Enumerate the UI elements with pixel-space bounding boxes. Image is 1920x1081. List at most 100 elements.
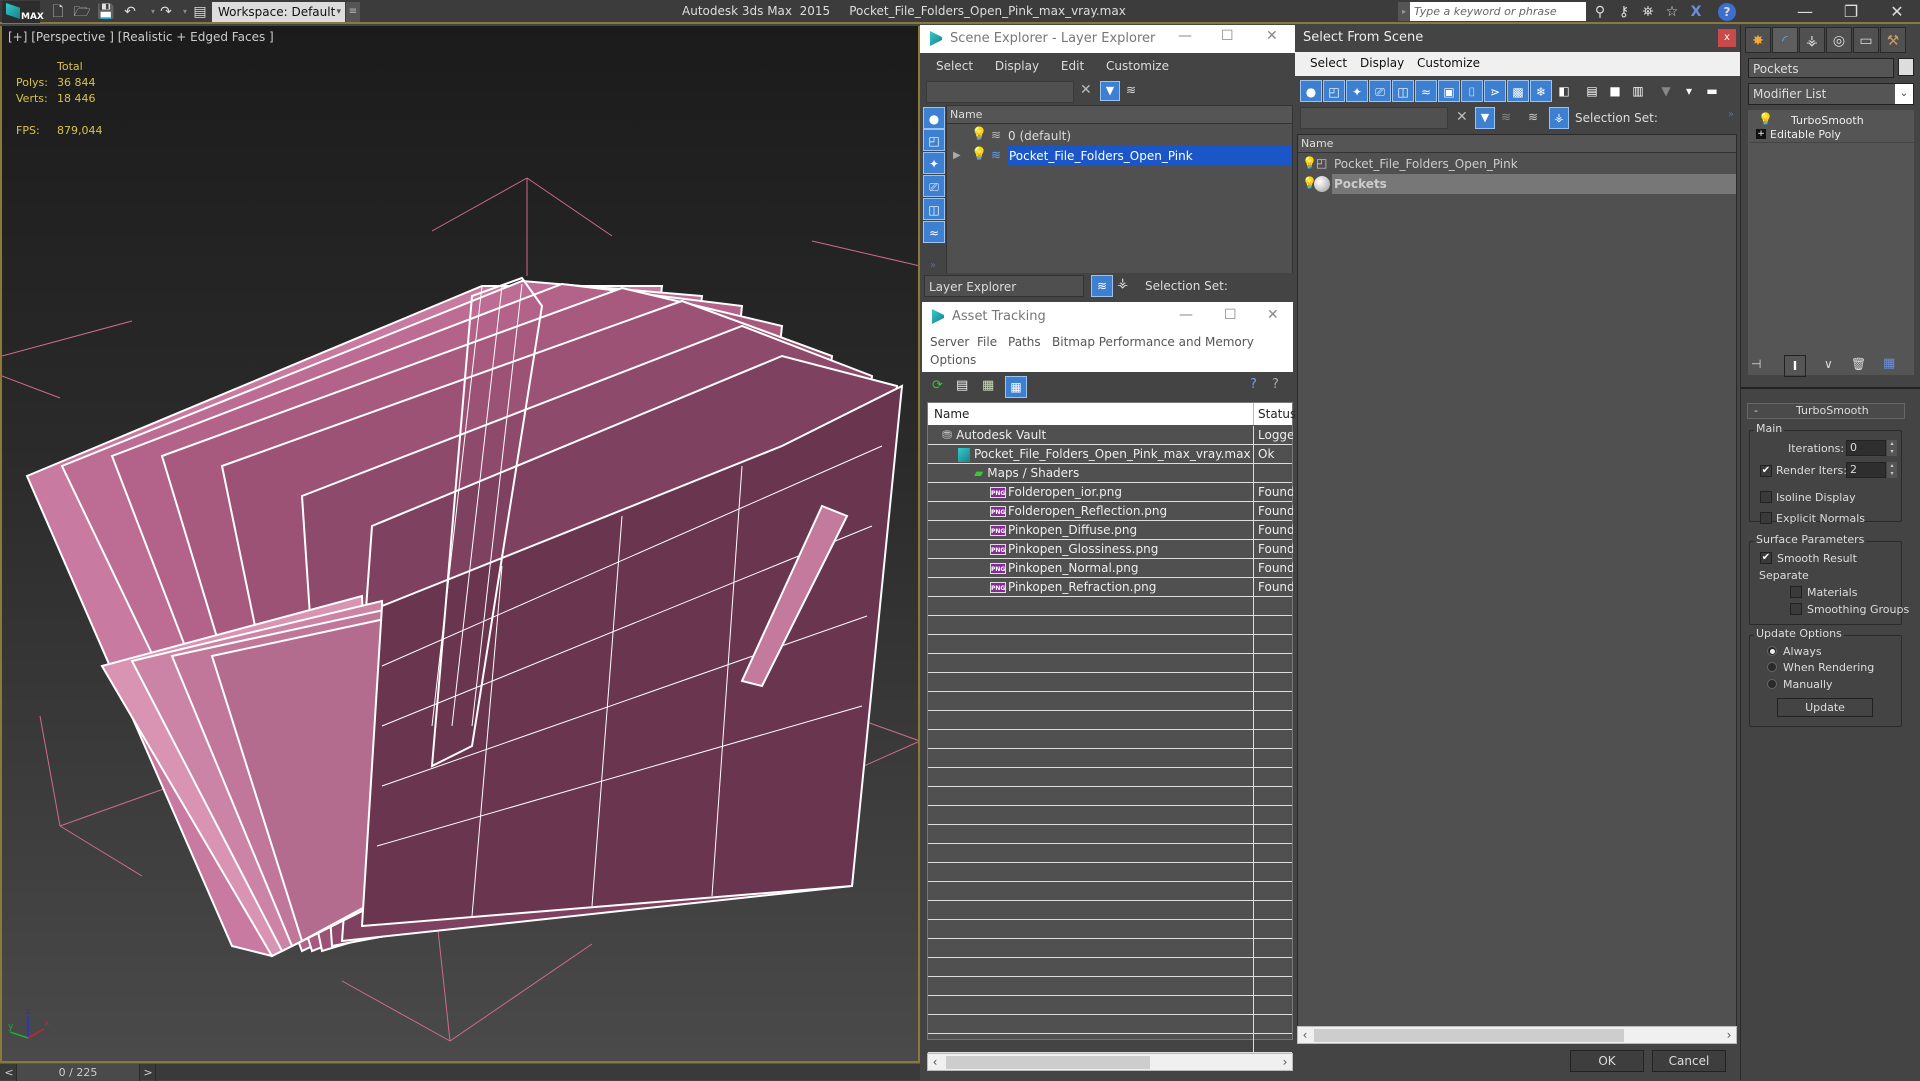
object-name-field[interactable]: Pockets [1748, 58, 1894, 78]
light-bulb-icon[interactable]: 💡 [1302, 156, 1317, 170]
menu-server[interactable]: Server [930, 335, 969, 349]
exchange-icon[interactable]: X [1686, 2, 1706, 22]
menu-bitmap-performance[interactable]: Bitmap Performance and Memory [1052, 335, 1254, 349]
close-button[interactable]: ✕ [1874, 0, 1920, 24]
render-iters-checkbox[interactable]: ✔ [1760, 465, 1772, 477]
next-frame-button[interactable]: > [141, 1064, 156, 1081]
workspace-dropdown[interactable]: Workspace: Default ▾ [212, 2, 345, 22]
hierarchy-tab-icon[interactable]: ⚶ [1799, 27, 1825, 53]
render-iters-spinner[interactable]: 2 [1846, 462, 1886, 478]
groups-filter-icon[interactable]: ▣ [1438, 80, 1460, 102]
horizontal-scrollbar[interactable]: ‹ › [927, 1053, 1293, 1071]
xrefs-filter-icon[interactable]: ⌷ [1461, 80, 1483, 102]
scroll-thumb[interactable] [946, 1056, 1150, 1069]
light-bulb-icon[interactable]: 💡 [971, 147, 987, 162]
materials-checkbox[interactable] [1790, 586, 1802, 598]
asset-row[interactable]: Pocket_File_Folders_Open_Pink_max_vray.m… [928, 445, 1292, 464]
filter-icon[interactable]: ▼ [1100, 81, 1120, 101]
horizontal-scrollbar[interactable]: ‹ › [1297, 1026, 1737, 1044]
more-icon[interactable]: » [930, 260, 936, 271]
satellite-icon[interactable]: ⛯ [1638, 2, 1658, 22]
geometry-filter-icon[interactable]: ● [1300, 80, 1322, 102]
stack-item-editable-poly[interactable]: + Editable Poly [1750, 127, 1914, 143]
perspective-viewport[interactable]: z x y [+] [Perspective ] [Realistic + Ed… [0, 26, 920, 1063]
layer-row-selected[interactable]: 💡 ≋ Pocket_File_Folders_Open_Pink [971, 146, 1291, 166]
vault-help-icon[interactable]: ? [1250, 377, 1257, 392]
isoline-display-checkbox[interactable] [1760, 491, 1772, 503]
lights-filter-icon[interactable]: ✦ [1346, 80, 1368, 102]
update-always-radio[interactable] [1767, 646, 1777, 656]
minimize-button[interactable]: — [1179, 307, 1193, 323]
minimize-button[interactable]: — [1782, 0, 1828, 24]
spacewarps-filter-icon[interactable]: ≈ [923, 221, 945, 243]
helpers-filter-icon[interactable]: ◫ [1392, 80, 1414, 102]
menu-customize[interactable]: Customize [1417, 56, 1480, 70]
asset-tracking-titlebar[interactable]: Asset Tracking — ☐ ✕ [922, 302, 1293, 332]
asset-row[interactable]: PNG Pinkopen_Diffuse.png Found [928, 521, 1293, 540]
modifier-list-dropdown[interactable]: Modifier List ⌄ [1748, 83, 1914, 105]
menu-display[interactable]: Display [1360, 56, 1404, 70]
clear-search-icon[interactable]: ✕ [1080, 82, 1092, 98]
asset-row[interactable]: PNG Pinkopen_Normal.png Found [928, 559, 1293, 578]
expand-plus-icon[interactable]: + [1756, 129, 1766, 139]
undo-icon[interactable]: ↶ [120, 2, 140, 22]
star-icon[interactable]: ☆ [1662, 2, 1682, 22]
display-invert-icon[interactable]: ▥ [1627, 80, 1649, 102]
explorer-mode-dropdown[interactable]: Layer Explorer ▾ [924, 275, 1103, 297]
make-unique-icon[interactable]: ∨ [1824, 357, 1833, 371]
open-file-icon[interactable]: 🗁 [72, 2, 92, 22]
asset-row[interactable]: PNG Folderopen_ior.png Found [928, 483, 1293, 502]
help-icon[interactable]: ? [1718, 3, 1736, 21]
refresh-icon[interactable]: ⟳ [932, 378, 943, 393]
scene-explorer-titlebar[interactable]: Scene Explorer - Layer Explorer — ☐ ✕ [920, 25, 1295, 53]
key-icon[interactable]: ⚷ [1614, 2, 1634, 22]
expand-arrow-icon[interactable]: ▶ [953, 146, 965, 166]
column-header-name[interactable]: Name [934, 403, 969, 425]
asset-row[interactable]: PNG Folderopen_Reflection.png Found [928, 502, 1293, 521]
menu-file[interactable]: File [977, 335, 997, 349]
app-menu-button[interactable]: MAX [2, 1, 44, 23]
prev-frame-button[interactable]: < [2, 1064, 16, 1081]
project-folder-icon[interactable]: ▤ [190, 2, 210, 22]
helpers-filter-icon[interactable]: ◫ [923, 198, 945, 220]
create-tab-icon[interactable]: ✸ [1745, 27, 1771, 53]
collapse-icon[interactable]: ▬ [1701, 80, 1723, 102]
save-file-icon[interactable]: 💾 [96, 2, 116, 22]
cameras-filter-icon[interactable]: ⎚ [1369, 80, 1391, 102]
object-row-selected[interactable]: 💡 Pockets [1298, 174, 1736, 194]
remove-modifier-icon[interactable]: 🗑 [1851, 357, 1866, 371]
iterations-spinner-arrows[interactable]: ▴ ▾ [1887, 440, 1897, 456]
filter-options-icon[interactable]: ▾ [1678, 80, 1700, 102]
minimize-button[interactable]: — [1178, 28, 1192, 44]
column-header-name[interactable]: Name [947, 106, 1292, 124]
hierarchy-icon[interactable]: ⚶ [1117, 276, 1128, 291]
scroll-right-icon[interactable]: › [1722, 1027, 1736, 1043]
close-button[interactable]: x [1718, 29, 1736, 47]
utilities-tab-icon[interactable]: ⚒ [1880, 27, 1906, 53]
display-tab-icon[interactable]: ▭ [1853, 27, 1879, 53]
maximize-button[interactable]: ☐ [1224, 307, 1237, 323]
cancel-button[interactable]: Cancel [1652, 1050, 1726, 1072]
table-view-icon[interactable]: ▦ [1005, 376, 1027, 398]
turbosmooth-rollout-header[interactable]: - TurboSmooth [1747, 403, 1905, 419]
scroll-left-icon[interactable]: ‹ [928, 1054, 942, 1070]
modify-tab-icon[interactable]: ◜ [1772, 27, 1798, 53]
layer-row[interactable]: 💡 ≋ 0 (default) [971, 126, 1291, 146]
scroll-right-icon[interactable]: › [1278, 1054, 1292, 1070]
lights-filter-icon[interactable]: ✦ [923, 152, 945, 174]
toolbar-menu-icon[interactable]: ≡ [346, 2, 360, 22]
render-iters-spinner-arrows[interactable]: ▴ ▾ [1887, 462, 1897, 478]
more-icon[interactable]: » [1728, 109, 1734, 120]
thumbnail-view-icon[interactable]: ▦ [982, 378, 994, 393]
shapes-filter-icon[interactable]: ◰ [923, 129, 945, 151]
show-end-result-icon[interactable]: I [1784, 355, 1806, 377]
layers-icon[interactable]: ≋ [1528, 110, 1538, 124]
update-manually-radio[interactable] [1767, 679, 1777, 689]
hierarchy-icon[interactable]: ⚶ [1549, 107, 1569, 129]
iterations-spinner[interactable]: 0 [1846, 440, 1886, 456]
smoothing-groups-checkbox[interactable] [1790, 603, 1802, 615]
bones-filter-icon[interactable]: ⋗ [1484, 80, 1506, 102]
new-file-icon[interactable]: 🗋 [48, 2, 68, 22]
menu-paths[interactable]: Paths [1008, 335, 1041, 349]
menu-customize[interactable]: Customize [1106, 59, 1169, 73]
